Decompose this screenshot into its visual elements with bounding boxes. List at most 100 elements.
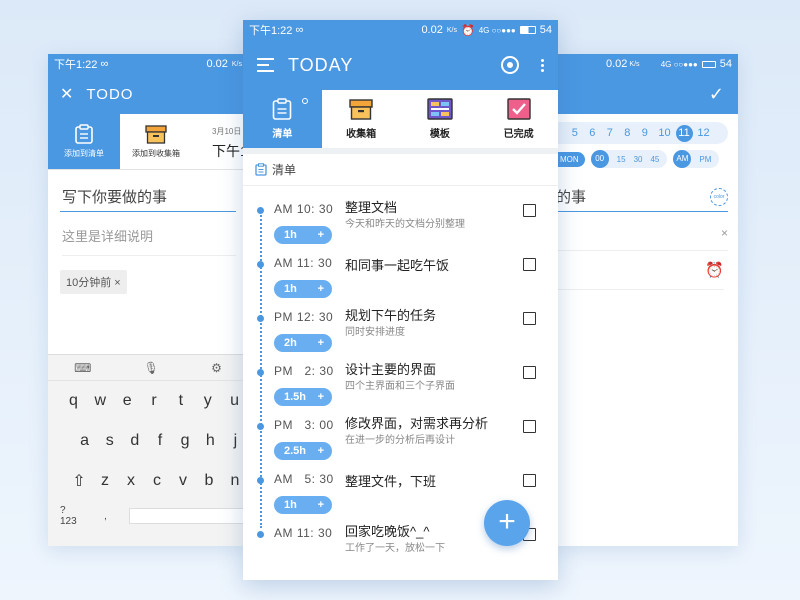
tab-inbox[interactable]: 收集箱 (322, 90, 401, 148)
key[interactable]: b (196, 472, 222, 490)
microphone-icon[interactable]: 🎙 (144, 361, 159, 375)
alarm-clock-icon[interactable]: ⏰ (705, 262, 724, 279)
hour-option[interactable]: 5 (566, 127, 584, 139)
duration-pill[interactable]: 1h + (274, 226, 332, 244)
focus-target-icon[interactable] (501, 56, 519, 74)
hour-option[interactable]: 7 (601, 127, 619, 139)
key[interactable]: y (194, 392, 221, 410)
key[interactable]: w (87, 392, 114, 410)
todo-title-input[interactable]: 的事 color (556, 186, 728, 212)
task-time: AM 10: 30 (274, 202, 334, 216)
tab-completed[interactable]: 已完成 (479, 90, 558, 148)
task-item[interactable]: AM 11: 30 和同事一起吃午饭 1h + (243, 246, 558, 300)
keyboard-toolbar: ⌨ 🎙 ⚙ (48, 355, 248, 381)
tab-label: 添加到收集箱 (132, 149, 180, 158)
keyboard-row-1: q w e r t y u (48, 381, 248, 421)
add-time-icon[interactable]: + (318, 283, 324, 295)
hour-option[interactable]: 6 (584, 127, 602, 139)
task-item[interactable]: PM 2: 30 设计主要的界面 四个主界面和三个子界面 1.5h + (243, 354, 558, 408)
close-icon[interactable]: ✕ (60, 84, 74, 104)
task-time: PM 2: 30 (274, 364, 334, 378)
task-item[interactable]: PM 3: 00 修改界面，对需求再分析 在进一步的分析后再设计 2.5h + (243, 408, 558, 462)
task-checkbox[interactable] (523, 366, 536, 379)
todo-description-input[interactable]: 这里是详细说明 (62, 226, 236, 256)
add-time-icon[interactable]: + (318, 337, 324, 349)
status-bar: 0.02 K/s 4G ○○●●● 54 (556, 54, 738, 74)
infinity-icon: ∞ (100, 58, 109, 70)
duration-pill[interactable]: 2h + (274, 334, 332, 352)
todo-title-input[interactable]: 写下你要做的事 (60, 186, 236, 212)
space-key[interactable] (128, 508, 248, 524)
add-time-icon[interactable]: + (318, 445, 324, 457)
tab-list[interactable]: 清单 (243, 90, 322, 148)
duration-pill[interactable]: 1h + (274, 280, 332, 298)
pm-option[interactable]: PM (699, 155, 711, 164)
todo-add-screen: 下午1:22 ∞ 0.02 K/s ✕ TODO 添加到清单 添加到收集箱 3月… (48, 54, 248, 546)
task-title: 规划下午的任务 (345, 308, 437, 323)
key[interactable]: f (147, 432, 172, 450)
hour-option[interactable]: 12 (693, 127, 715, 139)
task-checkbox[interactable] (523, 312, 536, 325)
add-time-icon[interactable]: + (318, 499, 324, 511)
ampm-picker: AM PM (673, 150, 720, 168)
tab-add-to-list[interactable]: 添加到清单 (48, 114, 120, 169)
key[interactable]: t (167, 392, 194, 410)
alarm-status-icon: ⏰ (460, 24, 475, 37)
infinity-icon: ∞ (295, 24, 304, 36)
hamburger-menu-icon[interactable] (257, 58, 274, 72)
task-title: 回家吃晚饭^_^ (345, 524, 430, 539)
am-option[interactable]: AM (673, 150, 692, 168)
key[interactable]: c (144, 472, 170, 490)
shift-key[interactable]: ⇧ (66, 471, 92, 491)
gear-icon[interactable]: ⚙ (211, 361, 222, 375)
duration-pill[interactable]: 1.5h + (274, 388, 332, 406)
minute-option-selected[interactable]: 00 (590, 150, 609, 168)
minute-option[interactable]: 30 (634, 155, 643, 164)
hour-option[interactable]: 8 (619, 127, 637, 139)
keyboard-icon[interactable]: ⌨ (74, 361, 91, 375)
more-vert-icon[interactable] (541, 58, 544, 72)
hour-option[interactable]: 10 (654, 127, 676, 139)
duration-pill[interactable]: 1h + (274, 496, 332, 514)
hour-option-selected[interactable]: 11 (675, 124, 693, 142)
key[interactable]: a (72, 432, 97, 450)
task-checkbox[interactable] (523, 204, 536, 217)
key[interactable]: z (92, 472, 118, 490)
minute-option[interactable]: 45 (650, 155, 659, 164)
day-option[interactable]: MON (556, 151, 585, 167)
hour-option[interactable]: 9 (636, 127, 654, 139)
color-picker-button[interactable]: color (710, 187, 728, 206)
task-checkbox[interactable] (523, 474, 536, 487)
task-title: 和同事一起吃午饭 (345, 258, 450, 273)
status-right: 4G ○○●●● 54 (661, 58, 732, 70)
timeline-dot (257, 423, 264, 430)
task-checkbox[interactable] (523, 258, 536, 271)
task-checkbox[interactable] (523, 420, 536, 433)
add-time-icon[interactable]: + (318, 229, 324, 241)
add-time-icon[interactable]: + (318, 391, 324, 403)
key[interactable]: r (141, 392, 168, 410)
key[interactable]: v (170, 472, 196, 490)
key[interactable]: q (60, 392, 87, 410)
key[interactable]: d (122, 432, 147, 450)
task-item[interactable]: AM 10: 30 整理文档 今天和昨天的文档分别整理 1h + (243, 192, 558, 246)
tab-templates[interactable]: 模板 (401, 90, 480, 148)
confirm-check-icon[interactable]: ✓ (709, 84, 724, 105)
todo-description-input[interactable]: × (556, 226, 728, 251)
minute-option[interactable]: 15 (617, 155, 626, 164)
key[interactable]: e (114, 392, 141, 410)
key[interactable]: h (198, 432, 223, 450)
key[interactable]: g (173, 432, 198, 450)
comma-key[interactable]: , (104, 511, 107, 522)
key[interactable]: x (118, 472, 144, 490)
reminder-chip[interactable]: 10分钟前 × (60, 270, 127, 294)
duration-value: 2.5h (284, 445, 307, 457)
tab-add-to-inbox[interactable]: 添加到收集箱 (120, 114, 192, 169)
symbols-key[interactable]: ?123 (60, 505, 82, 527)
clear-icon[interactable]: × (721, 226, 728, 240)
key[interactable]: s (97, 432, 122, 450)
duration-pill[interactable]: 2.5h + (274, 442, 332, 460)
task-item[interactable]: PM 12: 30 规划下午的任务 同时安排进度 2h + (243, 300, 558, 354)
alarm-row[interactable]: ⏰ (556, 261, 724, 290)
add-task-fab[interactable]: + (484, 500, 530, 546)
